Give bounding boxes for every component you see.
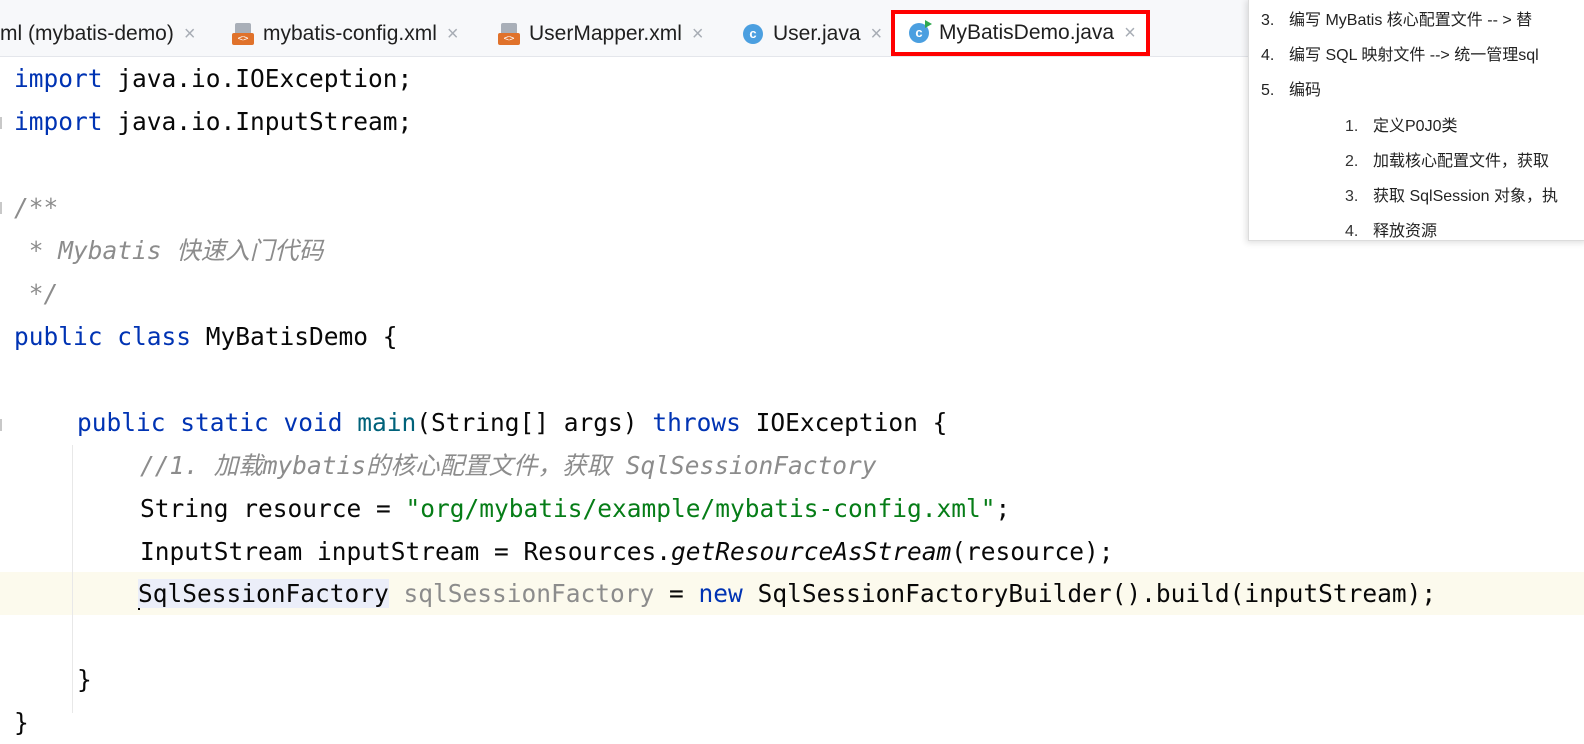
tab-label: UserMapper.xml [529,22,682,45]
static-method: getResourceAsStream [671,537,952,566]
keyword: import [14,64,103,93]
list-item: 4. 编写 SQL 映射文件 --> 统一管理sql [1261,47,1539,64]
close-icon[interactable]: × [871,23,883,46]
method-name: main [357,408,417,437]
main-class-icon: c [909,20,932,43]
tab-label: mybatis-config.xml [263,22,437,45]
type-name: SqlSessionFactory [138,579,389,608]
fold-marker[interactable] [0,117,10,129]
code-text: (resource); [951,537,1114,566]
tab-mybatis-config-xml[interactable]: mybatis-config.xml × [232,12,459,56]
doc-comment: */ [14,279,59,308]
list-item: 1. 定义P0J0类 [1345,118,1458,135]
keyword: public static void [77,408,343,437]
code-line: import java.io.InputStream; [14,100,412,143]
code-text: java.io.InputStream; [102,107,413,136]
doc-comment: /** [14,193,59,222]
code-line: } [77,665,92,694]
code-line: String resource = "org/mybatis/example/m… [140,487,1010,530]
tab-label: MyBatisDemo.java [939,21,1115,44]
code-text: ; [995,494,1011,523]
code-text: java.io.IOException; [102,64,413,93]
keyword: throws [652,408,741,437]
code-text: SqlSessionFactoryBuilder().build(inputSt… [742,579,1437,608]
keyword: public class [14,322,192,351]
doc-comment: * Mybatis 快速入门代码 [14,236,324,265]
fold-marker[interactable] [0,202,10,214]
tab-label: User.java [773,22,861,45]
xml-file-icon [232,23,254,45]
code-text: IOException { [740,408,948,437]
unused-variable: sqlSessionFactory [388,579,655,608]
code-line: InputStream inputStream = Resources.getR… [140,530,1114,573]
tab-mybatis-demo-pom[interactable]: ml (mybatis-demo) × [0,12,196,56]
keyword: import [14,107,103,136]
list-item: 3. 获取 SqlSession 对象，执 [1345,188,1558,205]
indent-guide [72,445,73,713]
notes-overlay: 3. 编写 MyBatis 核心配置文件 -- > 替 4. 编写 SQL 映射文件… [1248,0,1584,241]
list-item: 5. 编码 [1261,82,1322,99]
close-icon[interactable]: × [692,23,704,46]
code-line: import java.io.IOException; [14,57,412,100]
code-text: InputStream inputStream = Resources. [140,537,672,566]
code-line: public class MyBatisDemo { [14,315,398,358]
code-line: } [14,708,29,737]
code-text: String resource = [140,494,406,523]
code-line: public static void main(String[] args) t… [77,401,947,444]
tab-mybatisdemo-java[interactable]: c MyBatisDemo.java × [891,10,1150,56]
tab-label: ml (mybatis-demo) [0,22,174,45]
line-comment: //1. 加载mybatis的核心配置文件，获取 SqlSessionFacto… [140,451,877,480]
close-icon[interactable]: × [1124,22,1136,45]
xml-file-icon [498,23,520,45]
list-item: 2. 加载核心配置文件，获取 [1345,153,1550,170]
code-text: MyBatisDemo { [191,322,398,351]
string-literal: "org/mybatis/example/mybatis-config.xml" [405,494,996,523]
close-icon[interactable]: × [447,23,459,46]
tab-user-java[interactable]: c User.java × [743,12,882,56]
close-icon[interactable]: × [184,23,196,46]
list-item: 4. 释放资源 [1345,223,1438,240]
keyword: new [698,579,743,608]
fold-marker[interactable] [0,419,10,431]
code-text: = [654,579,699,608]
code-line-current[interactable]: SqlSessionFactory sqlSessionFactory = ne… [138,572,1436,615]
code-text: (String[] args) [416,408,653,437]
class-icon: c [743,24,763,44]
list-item: 3. 编写 MyBatis 核心配置文件 -- > 替 [1261,12,1533,29]
tab-usermapper-xml[interactable]: UserMapper.xml × [498,12,704,56]
